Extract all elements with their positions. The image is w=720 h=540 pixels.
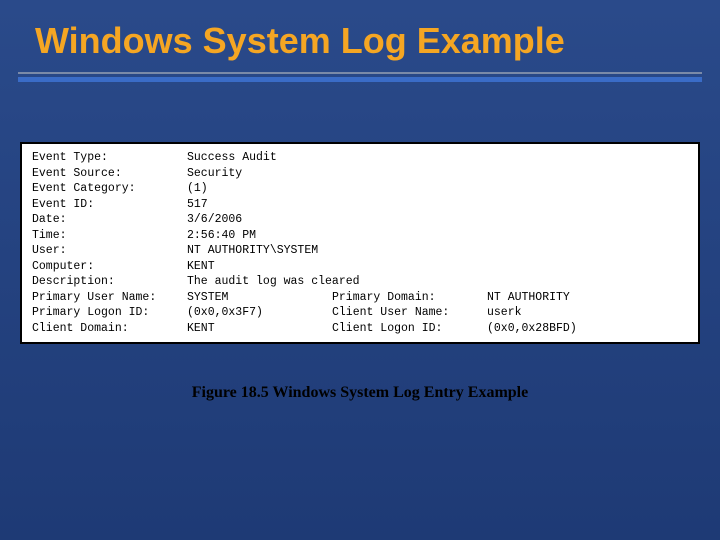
log-row: Primary Logon ID: (0x0,0x3F7) Client Use…: [32, 305, 688, 321]
log-label: Event Source:: [32, 166, 187, 182]
log-label: Event Type:: [32, 150, 187, 166]
log-label: Computer:: [32, 259, 187, 275]
log-row: Primary User Name: SYSTEM Primary Domain…: [32, 290, 688, 306]
log-row: Event Type: Success Audit: [32, 150, 688, 166]
figure-caption: Figure 18.5 Windows System Log Entry Exa…: [0, 384, 720, 402]
log-value: 3/6/2006: [187, 212, 242, 228]
log-label: Event ID:: [32, 197, 187, 213]
log-label: Primary User Name:: [32, 290, 187, 306]
log-value: userk: [487, 305, 688, 321]
log-label: Client Logon ID:: [332, 321, 487, 337]
log-label: Time:: [32, 228, 187, 244]
log-label: Client Domain:: [32, 321, 187, 337]
log-label: User:: [32, 243, 187, 259]
log-row: Description: The audit log was cleared: [32, 274, 688, 290]
log-value: KENT: [187, 321, 332, 337]
log-value: NT AUTHORITY\SYSTEM: [187, 243, 318, 259]
log-row: Event ID: 517: [32, 197, 688, 213]
log-row: User: NT AUTHORITY\SYSTEM: [32, 243, 688, 259]
log-label: Date:: [32, 212, 187, 228]
log-row: Time: 2:56:40 PM: [32, 228, 688, 244]
title-underline-blue: [18, 77, 702, 82]
log-row: Date: 3/6/2006: [32, 212, 688, 228]
log-value: 517: [187, 197, 208, 213]
log-label: Event Category:: [32, 181, 187, 197]
log-value: Success Audit: [187, 150, 277, 166]
log-label: Description:: [32, 274, 187, 290]
log-row: Event Source: Security: [32, 166, 688, 182]
log-value: KENT: [187, 259, 215, 275]
log-box: Event Type: Success Audit Event Source: …: [20, 142, 700, 344]
log-value: NT AUTHORITY: [487, 290, 688, 306]
log-row: Computer: KENT: [32, 259, 688, 275]
log-label: Primary Domain:: [332, 290, 487, 306]
log-value: 2:56:40 PM: [187, 228, 256, 244]
log-value: (1): [187, 181, 208, 197]
log-value: Security: [187, 166, 242, 182]
log-row: Client Domain: KENT Client Logon ID: (0x…: [32, 321, 688, 337]
log-label: Client User Name:: [332, 305, 487, 321]
slide-title: Windows System Log Example: [0, 0, 720, 72]
log-value: The audit log was cleared: [187, 274, 360, 290]
log-row: Event Category: (1): [32, 181, 688, 197]
log-value: (0x0,0x3F7): [187, 305, 332, 321]
log-value: SYSTEM: [187, 290, 332, 306]
title-underline-gray: [18, 72, 702, 74]
log-label: Primary Logon ID:: [32, 305, 187, 321]
log-value: (0x0,0x28BFD): [487, 321, 688, 337]
